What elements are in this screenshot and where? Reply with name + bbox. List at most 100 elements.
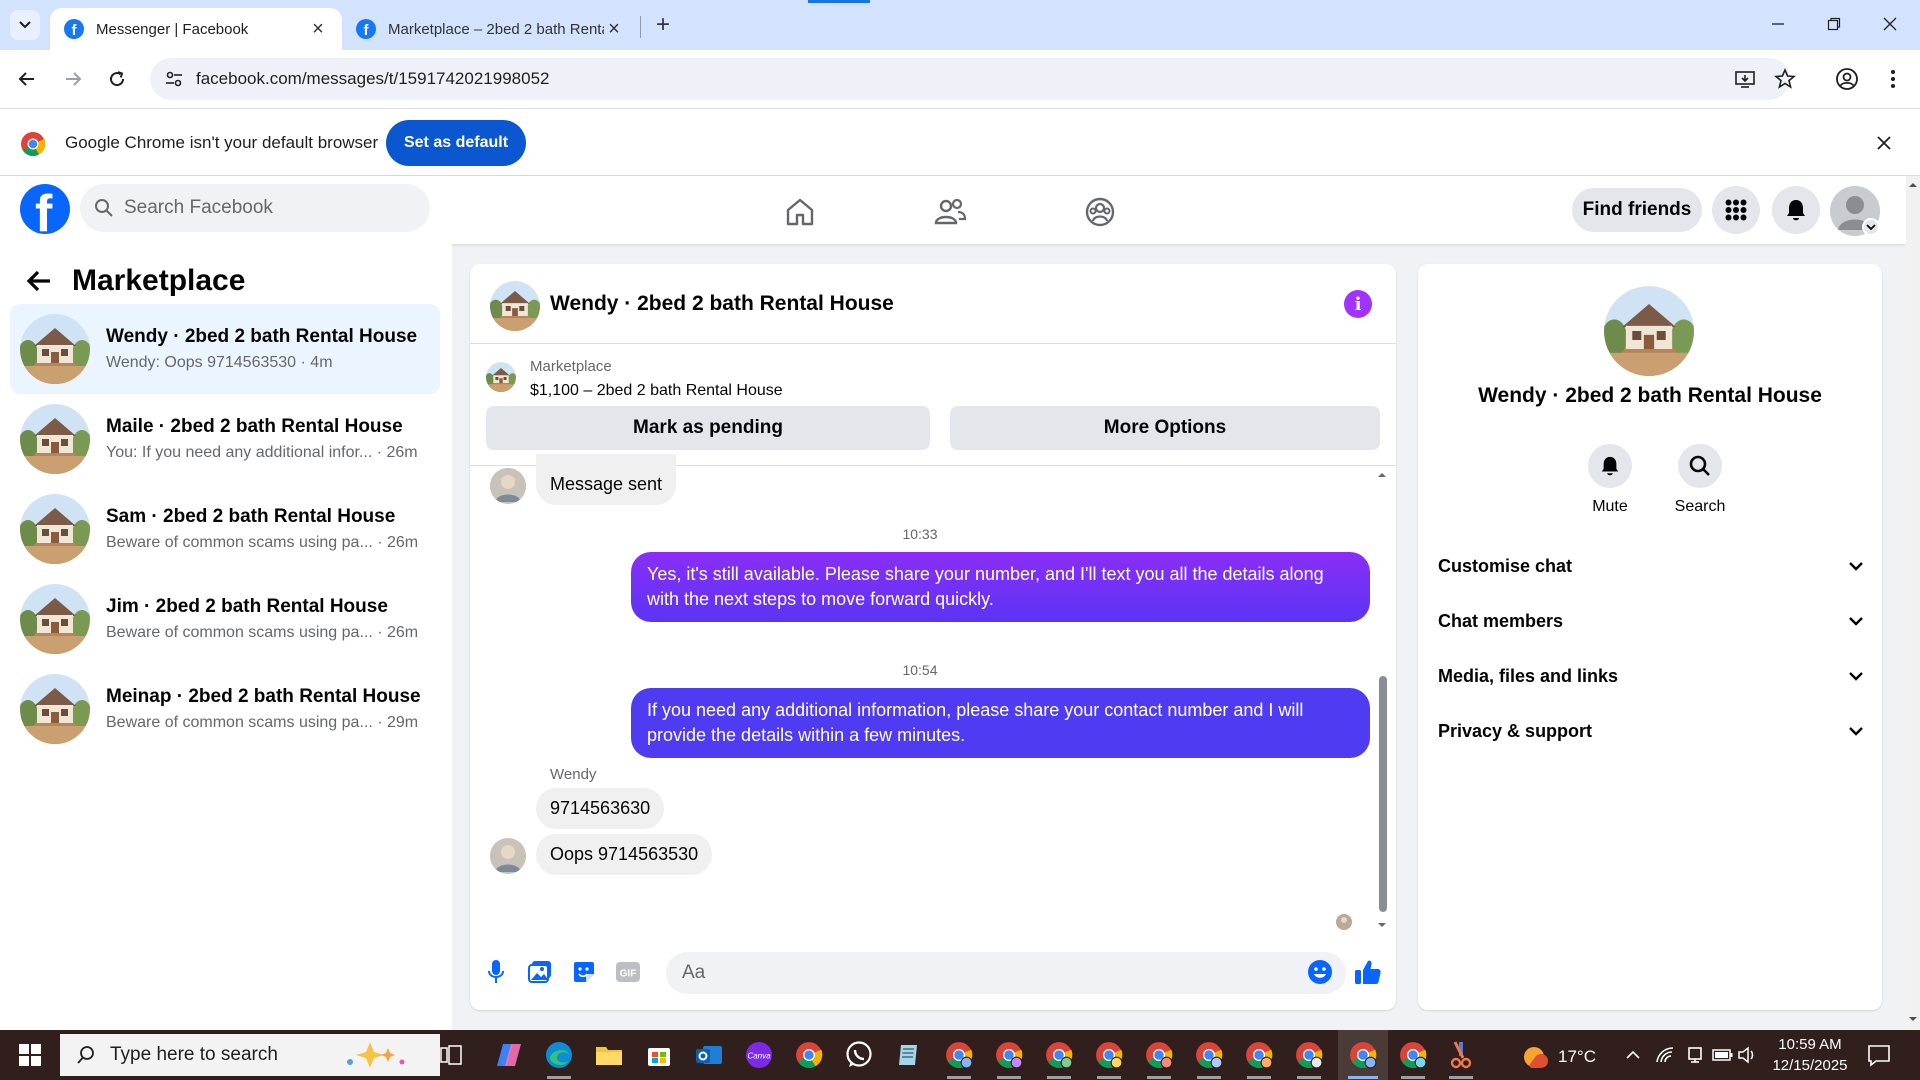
microsoft-store-icon[interactable] xyxy=(644,1040,674,1070)
chrome-profile-icon[interactable] xyxy=(944,1040,974,1070)
tab-marketplace[interactable]: f Marketplace – 2bed 2 bath Rental House… xyxy=(342,8,638,50)
clock[interactable]: 10:59 AM 12/15/2025 xyxy=(1764,1034,1856,1076)
search-icon xyxy=(76,1045,96,1065)
chrome-profile-icon[interactable] xyxy=(1094,1040,1124,1070)
volume-icon[interactable] xyxy=(1736,1044,1758,1066)
conversation-item[interactable]: Jim · 2bed 2 bath Rental House Beware of… xyxy=(10,574,440,664)
more-options-button[interactable]: More Options xyxy=(950,406,1380,450)
page-scrollbar[interactable] xyxy=(1906,176,1920,1030)
sticker-icon[interactable] xyxy=(570,958,598,986)
close-window-button[interactable] xyxy=(1870,8,1910,40)
privacy-support-row[interactable]: Privacy & support xyxy=(1438,711,1864,751)
default-browser-infobar: Google Chrome isn't your default browser… xyxy=(0,108,1920,176)
message-input[interactable]: Aa xyxy=(666,952,1346,994)
chrome-profile-icon-active[interactable] xyxy=(1348,1040,1378,1070)
facebook-search-input[interactable]: Search Facebook xyxy=(80,184,430,232)
new-tab-button[interactable]: + xyxy=(650,11,676,38)
incoming-message: 9714563630 xyxy=(536,788,665,829)
house-avatar xyxy=(20,494,90,564)
listing-price-title[interactable]: $1,100 – 2bed 2 bath Rental House xyxy=(530,382,783,400)
house-avatar xyxy=(20,314,90,384)
chrome-profile-icon[interactable] xyxy=(1244,1040,1274,1070)
tab-search-button[interactable] xyxy=(10,10,40,40)
task-view-icon[interactable] xyxy=(436,1040,466,1070)
conversation-snippet: Beware of common scams using pa... · 26m xyxy=(106,534,419,551)
chrome-profile-icon[interactable] xyxy=(1044,1040,1074,1070)
set-as-default-button[interactable]: Set as default xyxy=(386,120,526,166)
find-friends-button[interactable]: Find friends xyxy=(1572,188,1702,232)
tab-messenger[interactable]: f Messenger | Facebook × xyxy=(50,8,342,50)
emoji-icon[interactable] xyxy=(1306,958,1334,986)
account-chevron-icon[interactable] xyxy=(1862,218,1880,236)
back-button[interactable] xyxy=(12,64,42,94)
network-icon[interactable] xyxy=(1684,1044,1706,1066)
forward-button[interactable] xyxy=(58,64,88,94)
customise-chat-row[interactable]: Customise chat xyxy=(1438,546,1864,586)
edge-icon[interactable] xyxy=(544,1040,574,1070)
wifi-icon[interactable] xyxy=(1654,1044,1676,1066)
bell-icon xyxy=(1588,444,1632,488)
thumbs-up-icon[interactable] xyxy=(1354,958,1382,986)
conversation-item[interactable]: Wendy · 2bed 2 bath Rental House Wendy: … xyxy=(10,304,440,394)
close-tab-icon[interactable]: × xyxy=(308,18,328,40)
file-explorer-icon[interactable] xyxy=(594,1040,624,1070)
media-files-links-row[interactable]: Media, files and links xyxy=(1438,656,1864,696)
notifications-button[interactable] xyxy=(1772,186,1820,234)
chrome-icon[interactable] xyxy=(794,1040,824,1070)
chrome-profile-icon[interactable] xyxy=(994,1040,1024,1070)
info-icon[interactable]: i xyxy=(1344,290,1372,318)
mute-button[interactable]: Mute xyxy=(1570,444,1650,516)
friends-nav-icon[interactable] xyxy=(930,192,970,232)
chat-scroll-thumb[interactable] xyxy=(1379,676,1387,912)
restore-window-button[interactable] xyxy=(1814,8,1854,40)
copilot-icon[interactable] xyxy=(494,1040,524,1070)
reload-button[interactable] xyxy=(102,64,132,94)
whatsapp-icon[interactable] xyxy=(844,1040,874,1070)
chat-title[interactable]: Wendy · 2bed 2 bath Rental House xyxy=(550,292,894,316)
mark-as-pending-button[interactable]: Mark as pending xyxy=(486,406,930,450)
chrome-profile-icon[interactable] xyxy=(1398,1040,1428,1070)
chrome-profile-icon[interactable] xyxy=(1294,1040,1324,1070)
outlook-icon[interactable] xyxy=(694,1040,724,1070)
chevron-up-icon[interactable] xyxy=(1622,1044,1644,1066)
microphone-icon[interactable] xyxy=(482,958,510,986)
snipping-tool-icon[interactable] xyxy=(1446,1040,1476,1070)
conversation-item[interactable]: Meinap · 2bed 2 bath Rental House Beware… xyxy=(10,664,440,754)
app-running-indicator xyxy=(1147,1076,1171,1079)
groups-nav-icon[interactable] xyxy=(1080,192,1120,232)
chat-members-row[interactable]: Chat members xyxy=(1438,601,1864,641)
weather-widget[interactable]: 17°C xyxy=(1520,1042,1596,1072)
taskbar-search-box[interactable]: Type here to search xyxy=(60,1034,440,1076)
menu-grid-button[interactable] xyxy=(1712,186,1760,234)
chrome-profile-icon[interactable] xyxy=(1194,1040,1224,1070)
close-infobar-icon[interactable] xyxy=(1872,131,1896,155)
gif-icon[interactable]: GIF xyxy=(614,958,642,986)
chat-scrollbar[interactable] xyxy=(1376,470,1388,930)
chrome-profile-icon[interactable] xyxy=(1144,1040,1174,1070)
chat-header: Wendy · 2bed 2 bath Rental House i xyxy=(470,264,1396,344)
close-tab-icon[interactable]: × xyxy=(604,18,624,40)
app-running-indicator xyxy=(1197,1076,1221,1079)
notepad-icon[interactable] xyxy=(894,1040,924,1070)
windows-start-button[interactable] xyxy=(10,1038,50,1072)
notification-center-icon[interactable] xyxy=(1866,1042,1892,1068)
site-info-icon[interactable] xyxy=(164,69,184,89)
address-bar[interactable]: facebook.com/messages/t/1591742021998052 xyxy=(150,58,1790,100)
app-running-indicator xyxy=(1247,1076,1271,1079)
search-in-chat-button[interactable]: Search xyxy=(1660,444,1740,516)
install-app-icon[interactable] xyxy=(1730,64,1760,94)
home-nav-icon[interactable] xyxy=(780,192,820,232)
conversation-item[interactable]: Maile · 2bed 2 bath Rental House You: If… xyxy=(10,394,440,484)
photo-gallery-icon[interactable] xyxy=(526,958,554,986)
minimize-window-button[interactable] xyxy=(1758,8,1798,40)
chrome-menu-icon[interactable] xyxy=(1878,64,1908,94)
search-placeholder: Search Facebook xyxy=(124,197,273,218)
facebook-logo-icon[interactable]: f xyxy=(20,184,70,234)
profile-icon[interactable] xyxy=(1832,64,1862,94)
conversation-item[interactable]: Sam · 2bed 2 bath Rental House Beware of… xyxy=(10,484,440,574)
bookmark-star-icon[interactable] xyxy=(1770,64,1800,94)
house-avatar[interactable] xyxy=(490,281,540,331)
back-arrow-icon[interactable] xyxy=(26,269,52,293)
canva-icon[interactable]: Canva xyxy=(744,1040,774,1070)
battery-icon[interactable] xyxy=(1712,1044,1734,1066)
